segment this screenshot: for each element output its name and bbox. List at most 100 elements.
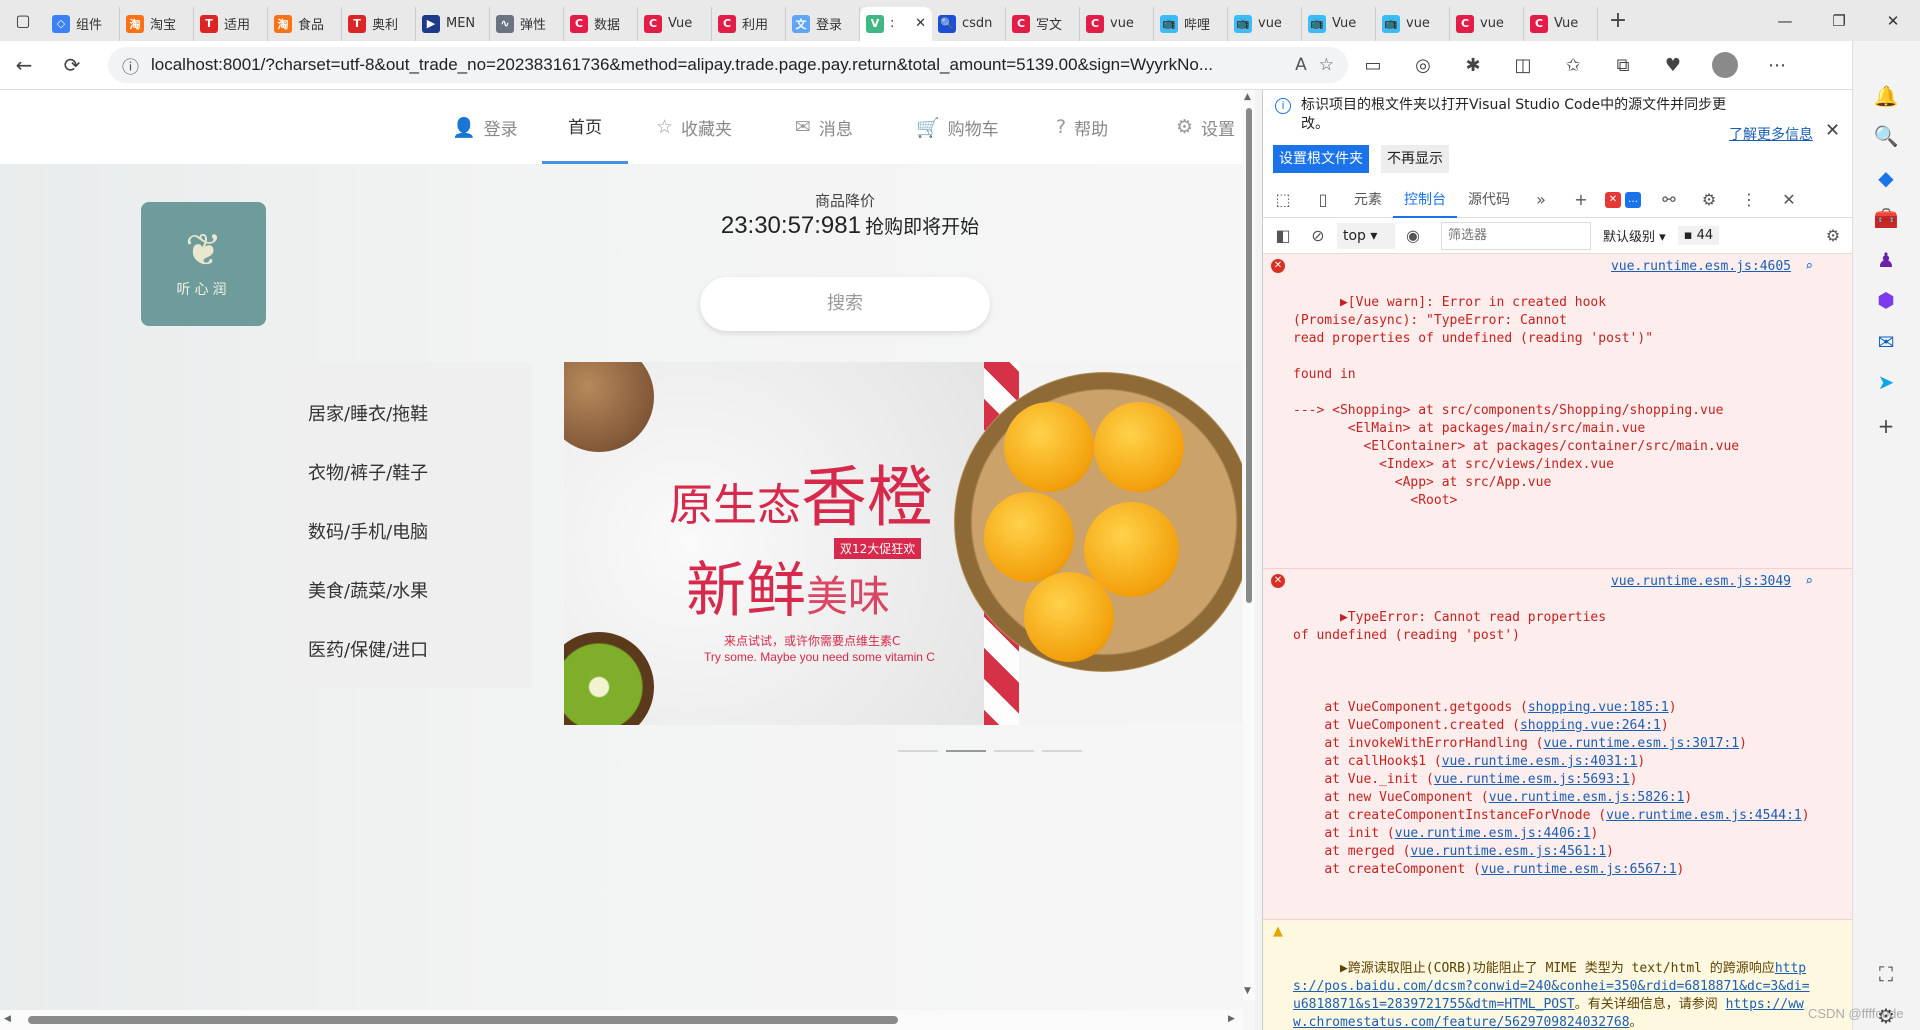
tab-sources[interactable]: 源代码 bbox=[1457, 182, 1521, 218]
console-warning-entry[interactable]: ▲ ▶跨源读取阻止(CORB)功能阻止了 MIME 类型为 text/html … bbox=[1263, 920, 1853, 1030]
console-settings-icon[interactable]: ⚙ bbox=[1813, 226, 1853, 245]
context-selector[interactable]: top ▾ bbox=[1337, 222, 1395, 249]
maximize-icon[interactable]: ❐ bbox=[1812, 0, 1866, 41]
close-window-icon[interactable]: ✕ bbox=[1866, 0, 1920, 41]
scroll-left-arrow-icon[interactable]: ◀ bbox=[4, 1014, 11, 1024]
inspect-element-icon[interactable]: ⬚ bbox=[1263, 190, 1303, 209]
screenshot-icon[interactable]: ⛶ bbox=[1873, 961, 1899, 987]
browser-tab[interactable]: 🔍 csdn bbox=[932, 6, 1006, 41]
profile-avatar[interactable] bbox=[1712, 52, 1738, 78]
stack-location-link[interactable]: vue.runtime.esm.js:4561:1 bbox=[1410, 844, 1606, 859]
browser-tab[interactable]: 📺 哔哩 bbox=[1154, 6, 1228, 41]
scrollbar-thumb[interactable] bbox=[28, 1016, 898, 1024]
tag-icon[interactable]: ◆ bbox=[1873, 165, 1899, 191]
browser-tab[interactable]: C Vue bbox=[1524, 6, 1598, 41]
search-source-icon[interactable]: ⌕ bbox=[1805, 258, 1813, 276]
browser-tab[interactable]: 📺 vue bbox=[1228, 6, 1302, 41]
stack-location-link[interactable]: vue.runtime.esm.js:5693:1 bbox=[1434, 772, 1630, 787]
favorite-star-icon[interactable]: ☆ bbox=[1319, 55, 1334, 75]
category-item[interactable]: 数码/手机/电脑 bbox=[308, 518, 428, 544]
console-error-entry[interactable]: ✕ ▶TypeError: Cannot read properties of … bbox=[1263, 569, 1853, 920]
nav-favorites[interactable]: ☆ 收藏夹 bbox=[656, 90, 732, 164]
browser-tab[interactable]: ▶ MEN bbox=[416, 6, 490, 41]
search-source-icon[interactable]: ⌕ bbox=[1805, 573, 1813, 591]
browser-tab[interactable]: T 奥利 bbox=[342, 6, 416, 41]
stack-location-link[interactable]: shopping.vue:264:1 bbox=[1520, 718, 1661, 733]
browser-tab[interactable]: 淘淘宝 bbox=[120, 6, 194, 41]
source-link[interactable]: vue.runtime.esm.js:3049 bbox=[1604, 573, 1791, 591]
carousel-dot[interactable] bbox=[898, 750, 938, 752]
devtools-more-icon[interactable]: ⋮ bbox=[1729, 190, 1769, 209]
browser-tab[interactable]: C 利用 bbox=[712, 6, 786, 41]
games-icon[interactable]: ♟ bbox=[1873, 247, 1899, 273]
browser-tab[interactable]: C 写文 bbox=[1006, 6, 1080, 41]
stack-location-link[interactable]: vue.runtime.esm.js:5826:1 bbox=[1489, 790, 1685, 805]
carousel-dot[interactable] bbox=[994, 750, 1034, 752]
device-emulation-icon[interactable]: ▯ bbox=[1303, 190, 1343, 209]
log-level-dropdown[interactable]: 默认级别 ▾ bbox=[1603, 226, 1666, 245]
browser-tab[interactable]: ◇ 组件 bbox=[46, 6, 120, 41]
browser-tab[interactable]: C 数据 bbox=[564, 6, 638, 41]
source-link[interactable]: vue.runtime.esm.js:4605 bbox=[1604, 258, 1791, 276]
drop-icon[interactable]: ➤ bbox=[1873, 369, 1899, 395]
more-menu-icon[interactable]: ⋯ bbox=[1752, 55, 1802, 76]
browser-tab[interactable]: Cvue bbox=[1450, 6, 1524, 41]
stack-location-link[interactable]: vue.runtime.esm.js:4544:1 bbox=[1606, 808, 1802, 823]
category-item[interactable]: 衣物/裤子/鞋子 bbox=[308, 459, 428, 485]
carousel-dot[interactable] bbox=[1042, 750, 1082, 752]
reload-icon[interactable]: ⟳ bbox=[48, 53, 96, 77]
nav-messages[interactable]: ✉ 消息 bbox=[795, 90, 853, 164]
stack-location-link[interactable]: shopping.vue:185:1 bbox=[1528, 700, 1669, 715]
devtools-settings-icon[interactable]: ⚙ bbox=[1689, 190, 1729, 209]
new-tab-button[interactable]: + bbox=[1598, 8, 1638, 33]
address-url[interactable]: localhost:8001/?charset=utf-8&out_trade_… bbox=[151, 55, 1283, 75]
browser-tab[interactable]: 📺 vue bbox=[1376, 6, 1450, 41]
nav-home[interactable]: 首页 bbox=[542, 90, 628, 164]
more-tabs-icon[interactable]: » bbox=[1521, 190, 1561, 209]
split-screen-icon[interactable]: ▭ bbox=[1348, 55, 1398, 76]
browser-tab[interactable]: ∿ 弹性 bbox=[490, 6, 564, 41]
browser-tab[interactable]: T 适用 bbox=[194, 6, 268, 41]
tab-elements[interactable]: 元素 bbox=[1343, 182, 1393, 218]
stack-location-link[interactable]: vue.runtime.esm.js:3017:1 bbox=[1543, 736, 1739, 751]
console-filter-input[interactable] bbox=[1441, 221, 1591, 250]
outlook-icon[interactable]: ✉ bbox=[1873, 329, 1899, 355]
browser-essentials-icon[interactable]: ◎ bbox=[1398, 55, 1448, 76]
nav-login[interactable]: 👤 登录 bbox=[452, 90, 518, 164]
address-bar[interactable]: ⓘ localhost:8001/?charset=utf-8&out_trad… bbox=[108, 47, 1348, 83]
bell-icon[interactable]: 🔔 bbox=[1873, 83, 1899, 109]
extensions-icon[interactable]: ✱ bbox=[1448, 55, 1498, 76]
site-info-icon[interactable]: ⓘ bbox=[122, 53, 139, 78]
issues-counter[interactable]: ▪ 44 bbox=[1677, 226, 1720, 245]
add-tool-icon[interactable]: + bbox=[1561, 190, 1601, 209]
toolbox-icon[interactable]: 🧰 bbox=[1873, 205, 1899, 231]
page-horizontal-scrollbar[interactable]: ◀ ▶ bbox=[0, 1010, 1243, 1030]
connect-icon[interactable]: ⚯ bbox=[1649, 190, 1689, 209]
minimize-icon[interactable]: — bbox=[1758, 0, 1812, 41]
favorites-icon[interactable]: ✩ bbox=[1548, 55, 1598, 76]
close-tab-icon[interactable]: ✕ bbox=[915, 16, 926, 31]
nav-cart[interactable]: 🛒 购物车 bbox=[916, 90, 999, 164]
back-icon[interactable]: ← bbox=[0, 53, 48, 77]
browser-tab[interactable]: C Vue bbox=[638, 6, 712, 41]
close-icon[interactable]: ✕ bbox=[1825, 120, 1840, 141]
carousel-dot-active[interactable] bbox=[946, 750, 986, 752]
read-aloud-icon[interactable]: A bbox=[1295, 55, 1307, 75]
message-count-icon[interactable]: … bbox=[1625, 191, 1641, 208]
dont-show-again-button[interactable]: 不再显示 bbox=[1381, 145, 1449, 173]
browser-tab[interactable]: 淘食品 bbox=[268, 6, 342, 41]
performance-icon[interactable]: ♥ bbox=[1648, 55, 1698, 76]
promo-banner[interactable]: 原生态香橙 新鲜美味 双12大促狂欢 来点试试，或许你需要点维生素C Try s… bbox=[564, 362, 1242, 725]
stack-location-link[interactable]: vue.runtime.esm.js:6567:1 bbox=[1481, 862, 1677, 877]
nav-help[interactable]: ? 帮助 bbox=[1056, 90, 1108, 164]
category-item[interactable]: 美食/蔬菜/水果 bbox=[308, 577, 428, 603]
set-root-folder-button[interactable]: 设置根文件夹 bbox=[1273, 145, 1369, 173]
page-vertical-scrollbar[interactable]: ▲ ▼ bbox=[1243, 90, 1255, 1000]
scroll-right-arrow-icon[interactable]: ▶ bbox=[1228, 1014, 1235, 1024]
error-count-icon[interactable]: ✕ bbox=[1605, 191, 1621, 208]
scroll-down-arrow-icon[interactable]: ▼ bbox=[1244, 986, 1251, 996]
add-sidebar-app-icon[interactable]: + bbox=[1873, 413, 1899, 439]
search-button[interactable]: 搜索 bbox=[700, 277, 990, 331]
category-item[interactable]: 医药/保健/进口 bbox=[308, 636, 428, 662]
category-item[interactable]: 居家/睡衣/拖鞋 bbox=[308, 400, 428, 426]
